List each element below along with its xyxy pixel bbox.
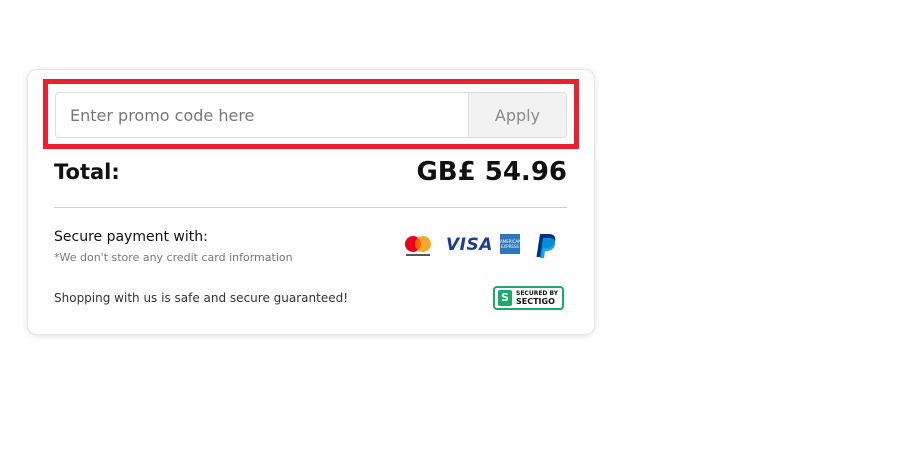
security-guarantee-text: Shopping with us is safe and secure guar… bbox=[54, 291, 349, 305]
sectigo-name: SECTIGO bbox=[516, 297, 555, 306]
card-storage-note: *We don't store any credit card informat… bbox=[54, 251, 293, 264]
paypal-icon bbox=[536, 234, 556, 258]
promo-code-form: Apply bbox=[55, 92, 567, 138]
total-amount: GB£ 54.96 bbox=[416, 157, 567, 187]
mastercard-icon bbox=[405, 236, 431, 256]
promo-code-input[interactable] bbox=[56, 93, 468, 137]
secure-payment-title: Secure payment with: bbox=[54, 229, 208, 245]
amex-icon-text: AMERICAN EXPRESS bbox=[500, 239, 522, 249]
total-label: Total: bbox=[54, 160, 120, 184]
sectigo-badge-text: SECURED BY SECTIGO bbox=[516, 290, 558, 306]
amex-icon: AMERICAN EXPRESS bbox=[500, 234, 522, 254]
sectigo-shield-icon: S bbox=[498, 290, 512, 306]
apply-promo-button[interactable]: Apply bbox=[468, 93, 566, 137]
sectigo-badge: S SECURED BY SECTIGO bbox=[493, 286, 564, 310]
payment-methods: VISA AMERICAN EXPRESS bbox=[401, 232, 561, 260]
visa-icon: VISA bbox=[446, 235, 493, 255]
divider bbox=[54, 207, 567, 208]
